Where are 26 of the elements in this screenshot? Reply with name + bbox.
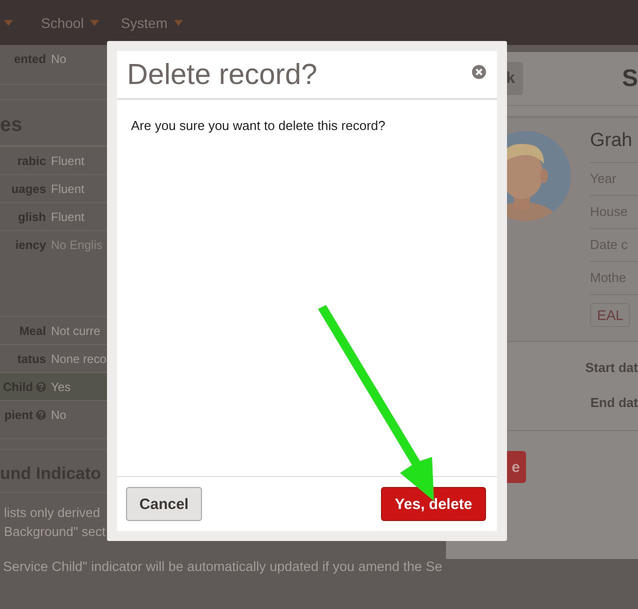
note-text: lists only derived [4, 504, 100, 522]
caret-icon [174, 20, 182, 26]
field-label: Start dat [585, 360, 638, 375]
cancel-button[interactable]: Cancel [126, 487, 202, 521]
field-value: Yes [51, 380, 71, 394]
help-icon[interactable] [36, 410, 46, 420]
caret-icon [90, 20, 99, 26]
dialog-message: Are you sure you want to delete this record? [131, 118, 386, 133]
footer-note: Service Child" indicator will be automatically updated if you amend the Se [3, 559, 442, 574]
dialog-title: Delete record? [127, 58, 318, 93]
page-heading: S [622, 64, 638, 92]
field-value: None reco [51, 352, 106, 366]
field-value: Fluent [51, 182, 84, 196]
delete-button[interactable]: Yes, delete [381, 487, 486, 521]
field-value: No [51, 52, 66, 66]
field-value: No [51, 408, 66, 422]
field-value: Fluent [51, 154, 84, 168]
tag: EAL [590, 303, 630, 327]
close-icon[interactable] [472, 65, 486, 79]
help-icon[interactable] [36, 382, 46, 392]
field-label: End dat [590, 395, 638, 410]
field-value: Not curre [51, 324, 100, 338]
note-text: Background" sect [4, 523, 106, 541]
student-name: Grah [590, 126, 638, 163]
caret-icon [4, 20, 13, 26]
field-value: Fluent [51, 210, 84, 224]
